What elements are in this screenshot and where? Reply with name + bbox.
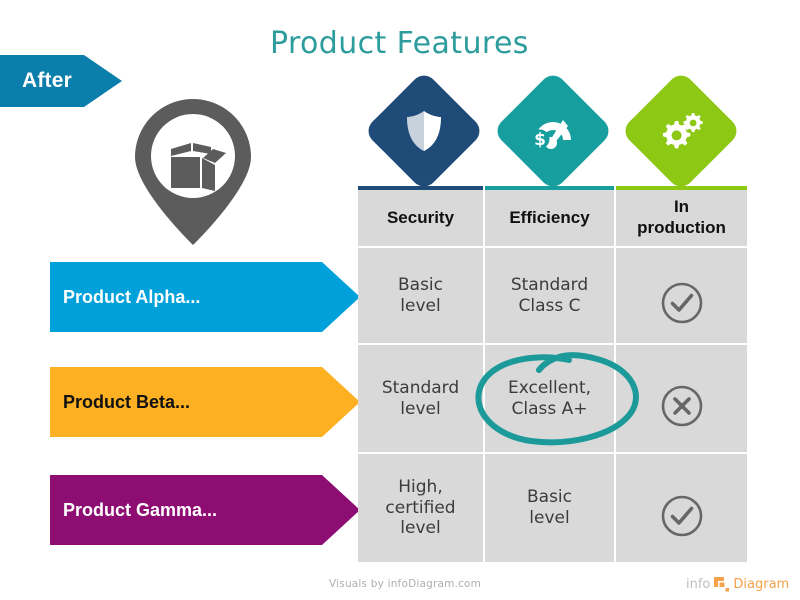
row-label-text: Product Alpha... <box>63 286 201 307</box>
after-banner: After <box>0 55 122 107</box>
table-cell-alpha-security: Basic level <box>358 248 485 345</box>
check-circle-icon <box>660 260 704 330</box>
row-label-text: Product Beta... <box>63 391 191 412</box>
comparison-table: Security Efficiency In production Basic … <box>358 186 747 562</box>
infodiagram-logo: info Diagram <box>686 573 789 595</box>
column-icon-in-production <box>620 70 742 192</box>
slide-canvas: After Product Features $ Product Alpha..… <box>0 0 800 600</box>
package-box-pin-icon <box>133 97 253 247</box>
footer-credit: Visuals by infoDiagram.com <box>329 578 482 590</box>
column-header-in-production: In production <box>616 190 747 248</box>
table-cell-beta-efficiency: Excellent, Class A+ <box>485 345 616 454</box>
check-circle-icon <box>660 473 704 543</box>
gears-icon <box>638 88 724 174</box>
shield-icon <box>381 88 467 174</box>
logo-diagram-text: Diagram <box>733 576 790 592</box>
row-label-product-alpha[interactable]: Product Alpha... <box>50 262 360 332</box>
page-title: Product Features <box>270 26 529 61</box>
table-grid: Security Efficiency In production Basic … <box>358 190 747 562</box>
column-header-security: Security <box>358 190 485 248</box>
table-cell-gamma-in-production <box>616 454 747 562</box>
table-cell-beta-security: Standard level <box>358 345 485 454</box>
column-icon-efficiency: $ <box>492 70 614 192</box>
after-banner-label: After <box>22 69 73 92</box>
table-cell-gamma-efficiency: Basic level <box>485 454 616 562</box>
row-label-product-beta[interactable]: Product Beta... <box>50 367 360 437</box>
column-icon-security <box>363 70 485 192</box>
logo-info-text: info <box>686 576 711 592</box>
table-cell-beta-in-production <box>616 345 747 454</box>
column-header-efficiency: Efficiency <box>485 190 616 248</box>
logo-mark-icon <box>713 576 730 593</box>
table-cell-alpha-efficiency: Standard Class C <box>485 248 616 345</box>
table-cell-alpha-in-production <box>616 248 747 345</box>
row-label-text: Product Gamma... <box>63 499 218 520</box>
row-label-product-gamma[interactable]: Product Gamma... <box>50 475 360 545</box>
speedometer-dollar-icon: $ <box>510 88 596 174</box>
cross-circle-icon <box>660 363 704 433</box>
svg-text:$: $ <box>534 130 546 150</box>
table-cell-gamma-security: High, certified level <box>358 454 485 562</box>
